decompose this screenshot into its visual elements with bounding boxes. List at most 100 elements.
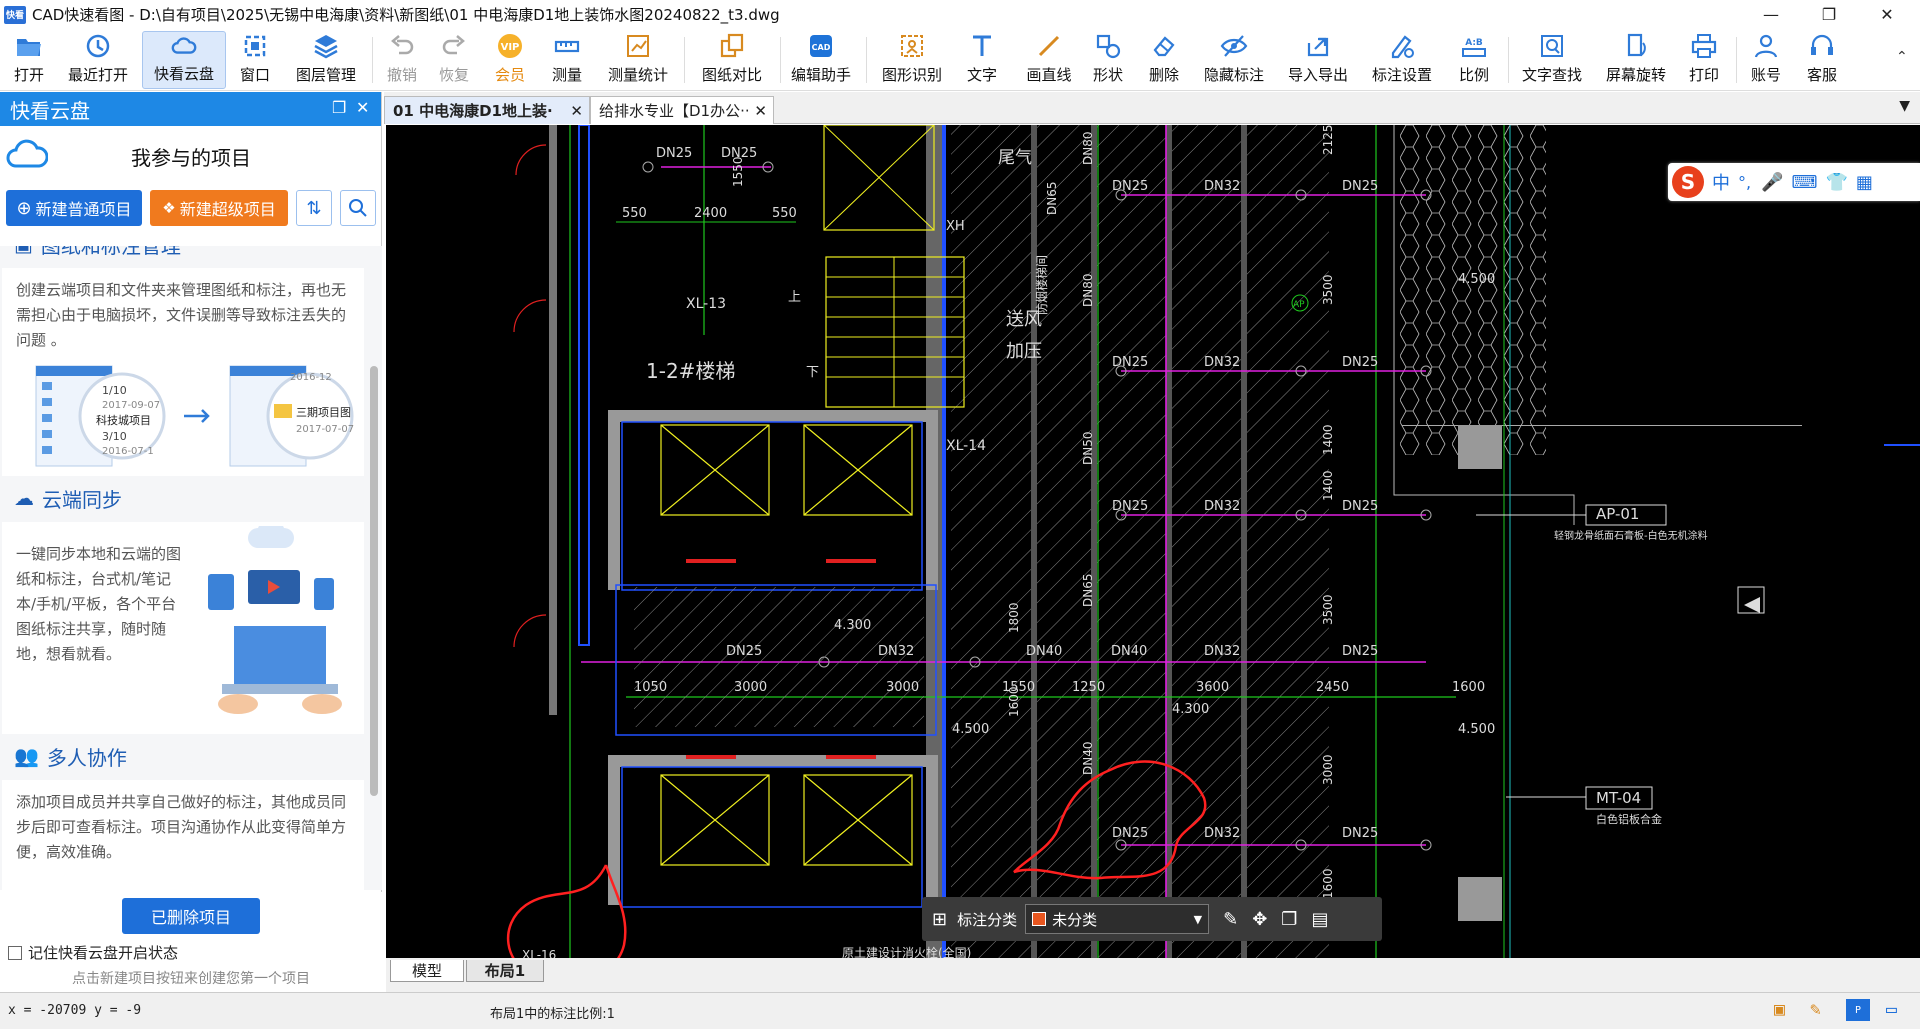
super-project-icon: ❖ xyxy=(162,199,176,217)
toolbar-label: 文字查找 xyxy=(1521,66,1582,84)
remember-checkbox[interactable] xyxy=(8,945,22,960)
cad-label: 加压 xyxy=(1006,341,1042,362)
section-title: 图纸和标注管理 xyxy=(41,246,181,259)
text-search-button[interactable]: 文字查找 xyxy=(1516,31,1588,89)
search-project-button[interactable] xyxy=(340,190,376,226)
maximize-button[interactable]: ❐ xyxy=(1800,0,1858,29)
toolbar-label: 屏幕旋转 xyxy=(1605,66,1666,84)
panel-header: 快看云盘 ❐ ✕ xyxy=(0,92,381,126)
tab-model[interactable]: 模型 xyxy=(390,960,464,982)
panel-restore-icon[interactable]: ❐ xyxy=(332,98,346,117)
cad-label: 4.500 xyxy=(952,722,989,737)
annotation-settings-button[interactable]: 标注设置 xyxy=(1366,31,1438,89)
deleted-projects-button[interactable]: 已删除项目 xyxy=(122,898,260,934)
section-title: 多人协作 xyxy=(46,745,127,770)
panel-scrollbar[interactable] xyxy=(370,366,378,796)
cad-label: DN32 xyxy=(1204,644,1240,659)
tab-doc-1[interactable]: 01 中电海康D1地上装· ✕ xyxy=(384,96,590,124)
tab-close-icon[interactable]: ✕ xyxy=(570,102,583,120)
cad-label: 1600 xyxy=(1452,680,1485,695)
panel-title: 快看云盘 xyxy=(10,98,90,123)
draw-line-button[interactable]: 画直线 xyxy=(1020,31,1078,89)
measure-stats-button[interactable]: 测量统计 xyxy=(602,31,674,89)
toolbar-separator xyxy=(780,37,781,83)
toolbar-label: 恢复 xyxy=(438,66,469,84)
close-button[interactable]: ✕ xyxy=(1858,0,1916,29)
cad-label: XL-16 xyxy=(522,948,556,958)
sync-button[interactable]: ⇅ xyxy=(296,190,332,226)
new-super-project-button[interactable]: ❖ 新建超级项目 xyxy=(150,190,288,226)
remember-label: 记住快看云盘开启状态 xyxy=(28,944,179,962)
edit-icon[interactable]: ✎ xyxy=(1223,909,1238,930)
panel-close-icon[interactable]: ✕ xyxy=(356,98,369,117)
cad-label: XL-13 xyxy=(686,296,726,312)
cad-label: 尾气 xyxy=(998,148,1032,168)
hide-annotation-button[interactable]: 隐藏标注 xyxy=(1198,31,1270,89)
layer-manager-button[interactable]: 图层管理 xyxy=(290,31,362,89)
ime-punctuation[interactable]: °, xyxy=(1738,173,1751,192)
cad-canvas[interactable]: DN25 DN25 550 2400 550 XL-13 上 下 1-2#楼梯 … xyxy=(386,125,1920,958)
tab-layout1[interactable]: 布局1 xyxy=(466,960,544,982)
remember-state-row: 记住快看云盘开启状态 xyxy=(8,942,178,963)
status-window-icon[interactable]: ▭ xyxy=(1886,999,1897,1020)
illus-text: 3/10 xyxy=(102,430,127,443)
cad-label: 防烟楼梯间 xyxy=(1034,255,1049,315)
delete-button[interactable]: 删除 xyxy=(1142,31,1186,89)
status-mode-icon[interactable]: P xyxy=(1846,999,1870,1021)
cad-label: 550 xyxy=(622,206,647,221)
annotation-category-label: 标注分类 xyxy=(957,910,1018,929)
window-button[interactable]: 窗口 xyxy=(232,31,278,89)
microphone-icon[interactable]: 🎤 xyxy=(1761,172,1783,193)
tab-close-icon[interactable]: ✕ xyxy=(754,102,767,120)
measure-button[interactable]: 测量 xyxy=(544,31,590,89)
skin-icon[interactable]: 👕 xyxy=(1826,172,1848,193)
rotate-screen-button[interactable]: 屏幕旋转 xyxy=(1600,31,1672,89)
edit-assistant-icon: CAD xyxy=(810,35,832,57)
collapse-ribbon-button[interactable]: ⌃ xyxy=(1896,49,1908,65)
status-bar: x = -20709 y = -9 布局1中的标注比例:1 ▣ ✎ P ▭ xyxy=(0,992,1920,1029)
cloud-drive-button[interactable]: 快看云盘 xyxy=(142,31,226,89)
recent-open-button[interactable]: 最近打开 xyxy=(62,31,134,89)
status-edit-icon[interactable]: ✎ xyxy=(1810,999,1821,1020)
edit-assistant-button[interactable]: CAD 编辑助手 xyxy=(790,31,852,89)
redo-button[interactable]: 恢复 xyxy=(432,31,476,89)
scale-button[interactable]: A:B 比例 xyxy=(1452,31,1496,89)
annotation-category-select[interactable]: 未分类 ▼ xyxy=(1025,904,1210,934)
ime-chinese-mode[interactable]: 中 xyxy=(1712,169,1730,195)
section-text: 一键同步本地和云端的图纸和标注，台式机/笔记本/手机/平板，各个平台图纸标注共享… xyxy=(16,545,182,663)
customer-service-button[interactable]: 客服 xyxy=(1800,31,1844,89)
import-export-button[interactable]: 导入导出 xyxy=(1282,31,1354,89)
copy-icon[interactable]: ❐ xyxy=(1281,909,1297,930)
status-note-icon[interactable]: ▣ xyxy=(1774,999,1785,1020)
sogou-logo-icon[interactable]: S xyxy=(1672,166,1704,198)
toolbar-label: 形状 xyxy=(1092,66,1123,84)
toolbar-label: 最近打开 xyxy=(67,66,128,84)
account-button[interactable]: 账号 xyxy=(1744,31,1788,89)
line-icon xyxy=(1038,35,1060,57)
new-normal-project-button[interactable]: ⊕ 新建普通项目 xyxy=(6,190,142,226)
shape-recognize-button[interactable]: 图形识别 xyxy=(876,31,948,89)
cad-label: 3000 xyxy=(1321,754,1335,785)
toolbox-icon[interactable]: ▦ xyxy=(1856,172,1873,193)
tab-doc-2[interactable]: 给排水专业【D1办公·· ✕ xyxy=(590,96,774,124)
text-button[interactable]: 文字 xyxy=(960,31,1004,89)
compare-button[interactable]: 图纸对比 xyxy=(696,31,768,89)
vip-button[interactable]: VIP 会员 xyxy=(488,31,532,89)
cad-label: 4.500 xyxy=(1458,272,1495,287)
minimize-button[interactable]: — xyxy=(1742,0,1800,29)
grid-icon[interactable]: ⊞ xyxy=(932,909,947,930)
illus-text: 2017-07-07 xyxy=(296,424,354,435)
tab-dropdown-icon[interactable]: ▼ xyxy=(1899,98,1910,114)
keyboard-icon[interactable]: ⌨ xyxy=(1792,172,1818,193)
print-button[interactable]: 打印 xyxy=(1682,31,1726,89)
plus-circle-icon: ⊕ xyxy=(16,197,32,219)
paste-icon[interactable]: ▤ xyxy=(1311,909,1328,930)
open-button[interactable]: 打开 xyxy=(2,31,56,89)
window-icon xyxy=(244,35,266,57)
undo-button[interactable]: 撤销 xyxy=(380,31,424,89)
cad-label: DN25 xyxy=(1342,499,1378,514)
shape-button[interactable]: 形状 xyxy=(1086,31,1130,89)
move-icon[interactable]: ✥ xyxy=(1252,909,1267,930)
cad-label: 1250 xyxy=(1072,680,1105,695)
cad-label: 3000 xyxy=(734,680,767,695)
